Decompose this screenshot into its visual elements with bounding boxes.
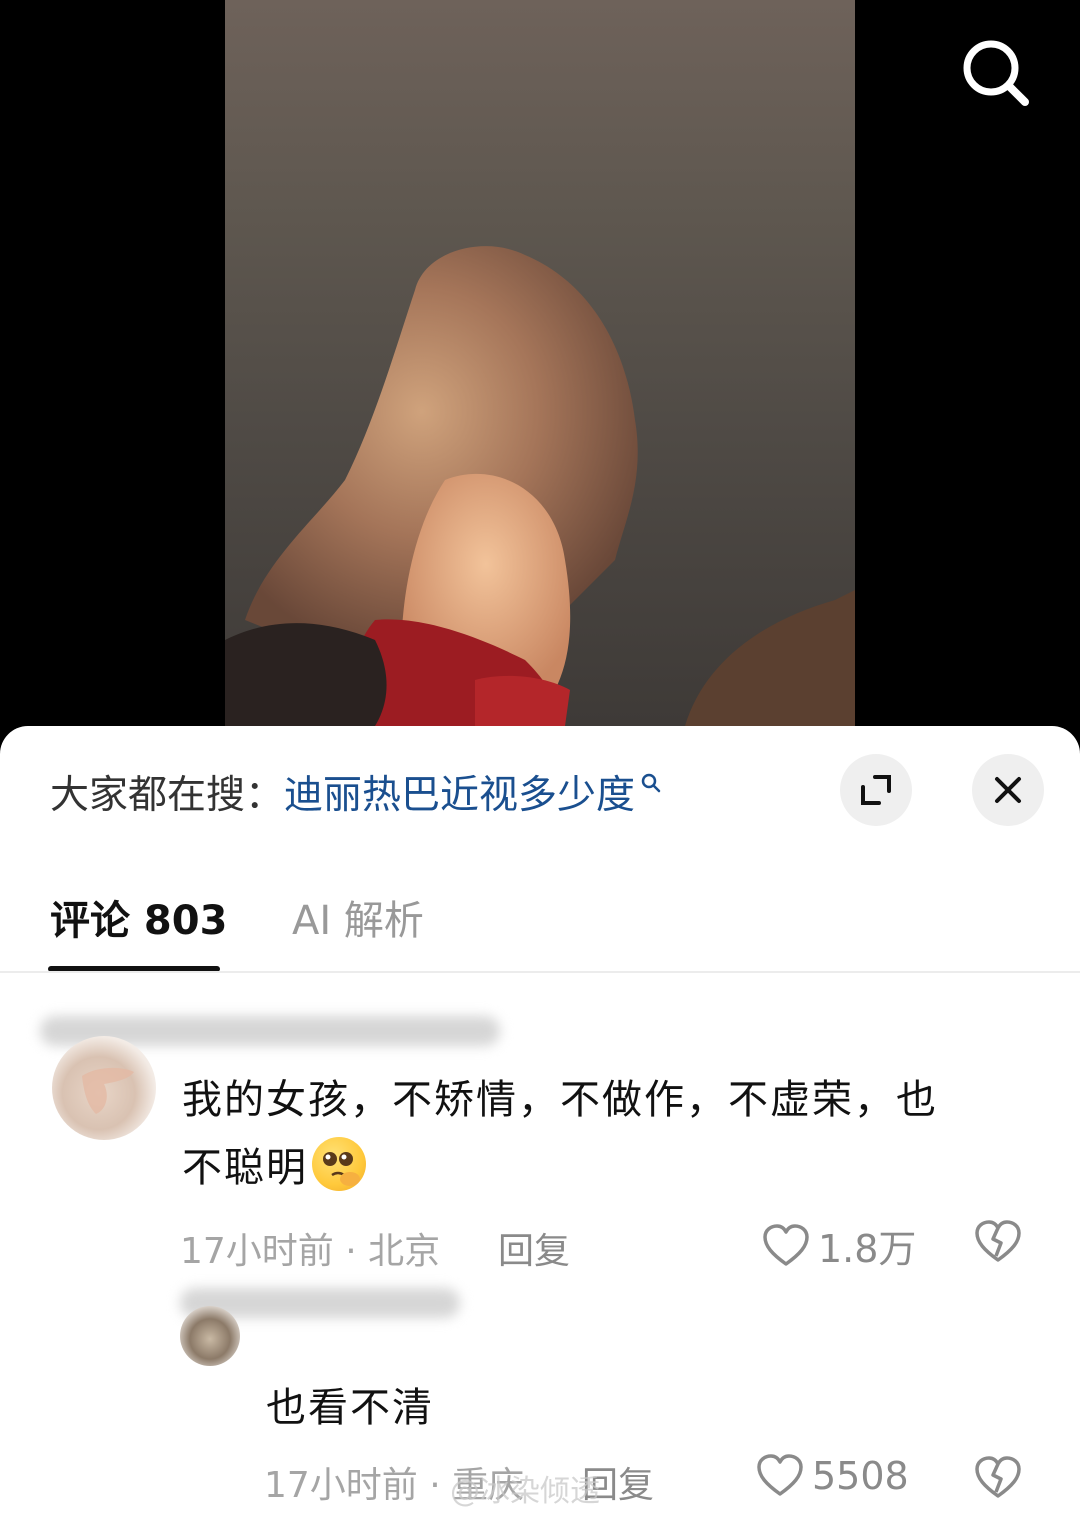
heart-icon — [757, 1454, 803, 1496]
like-button[interactable]: 5508 — [756, 1454, 909, 1498]
small-search-icon — [641, 773, 661, 793]
like-count: 1.8万 — [818, 1227, 917, 1271]
video-content-image — [225, 246, 855, 726]
suggestion-query-link[interactable]: 迪丽热巴近视多少度 — [284, 764, 635, 820]
expand-icon — [861, 775, 891, 805]
comment-text-line1: 我的女孩，不矫情，不做作，不虚荣，也 — [182, 1077, 938, 1123]
video-frame[interactable] — [225, 0, 855, 726]
close-button[interactable] — [972, 754, 1044, 826]
avatar[interactable] — [52, 1036, 156, 1140]
divider — [0, 971, 1080, 973]
search-suggestion[interactable]: 大家都在搜： 迪丽热巴近视多少度 — [50, 764, 663, 820]
search-button[interactable] — [955, 34, 1035, 114]
tab-ai-analysis[interactable]: AI 解析 — [292, 888, 424, 946]
broken-heart-icon — [975, 1220, 1021, 1262]
dislike-button[interactable] — [974, 1456, 1022, 1504]
comment-time-location: 17小时前 · 北京 — [180, 1231, 441, 1272]
expand-button[interactable] — [840, 754, 912, 826]
like-count: 5508 — [812, 1454, 909, 1498]
heart-icon — [763, 1223, 809, 1266]
like-button[interactable]: 1.8万 — [762, 1218, 916, 1273]
suggestion-prefix: 大家都在搜： — [50, 773, 285, 818]
dislike-button[interactable] — [974, 1220, 1022, 1268]
video-player[interactable] — [0, 0, 1080, 726]
comment-body: 我的女孩，不矫情，不做作，不虚荣，也 不聪明 — [182, 1066, 1022, 1202]
search-icon — [963, 40, 1029, 106]
reply-avatar[interactable] — [180, 1306, 240, 1366]
pleading-face-emoji-icon — [312, 1137, 366, 1191]
comments-sheet: 大家都在搜： 迪丽热巴近视多少度 评论 803 AI 解析 我的女孩，不矫情，不… — [0, 726, 1080, 1522]
comment-text-line2: 不聪明 — [182, 1145, 308, 1191]
avatar-hand-image — [82, 1067, 134, 1114]
watermark: @冰染倾透 — [450, 1474, 600, 1509]
emoji-face — [323, 1152, 360, 1186]
close-icon — [995, 777, 1021, 803]
reply-button[interactable]: 回复 — [498, 1222, 570, 1274]
reply-body: 也看不清 — [266, 1385, 434, 1431]
broken-heart-icon — [975, 1456, 1021, 1498]
tab-bar: 评论 803 AI 解析 — [0, 876, 1080, 972]
tab-comments[interactable]: 评论 803 — [50, 888, 227, 946]
